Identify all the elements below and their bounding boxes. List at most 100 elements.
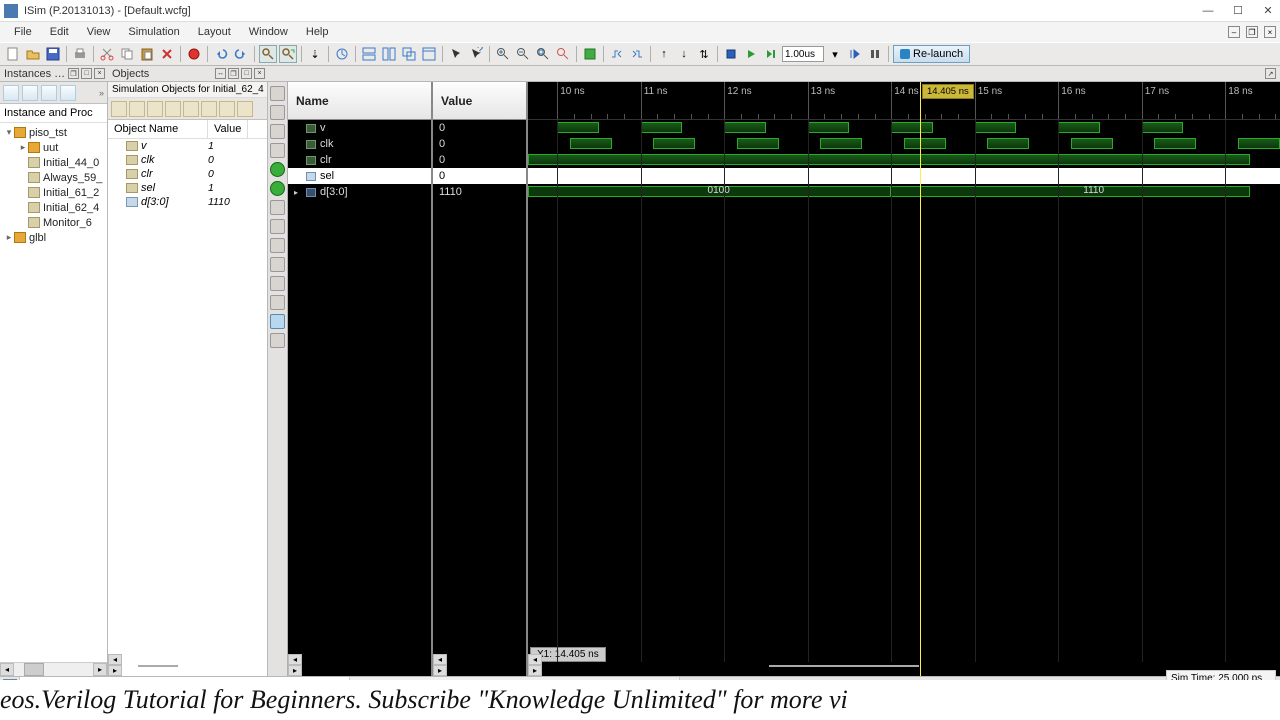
wave-signal-name[interactable]: clk	[288, 136, 431, 152]
goto-button[interactable]	[333, 45, 351, 63]
copy-button[interactable]	[118, 45, 136, 63]
wave-prev-icon[interactable]	[270, 200, 285, 215]
tree-node[interactable]: Initial_44_0	[0, 155, 107, 170]
objects-close-button[interactable]: ×	[254, 68, 265, 79]
wave-canvas[interactable]: 10 ns11 ns12 ns13 ns14 ns15 ns16 ns17 ns…	[528, 82, 1280, 676]
instances-tree[interactable]: ▾piso_tst▸uutInitial_44_0Always_59_Initi…	[0, 123, 107, 662]
menu-layout[interactable]: Layout	[190, 24, 239, 40]
redo-button[interactable]	[232, 45, 250, 63]
object-row[interactable]: sel1	[108, 181, 267, 195]
wave-search2-icon[interactable]	[270, 105, 285, 120]
tree-node[interactable]: Monitor_6	[0, 215, 107, 230]
wave-mode3-icon[interactable]	[270, 314, 285, 329]
wave-pin-button[interactable]: ↗	[1265, 68, 1276, 79]
zoom-out-button[interactable]	[514, 45, 532, 63]
wave-signal-value[interactable]: 0	[433, 120, 526, 136]
next-transition-button[interactable]	[628, 45, 646, 63]
wave-remove-icon[interactable]	[270, 181, 285, 196]
objects-tool-4[interactable]	[165, 101, 181, 117]
wave-signal-value[interactable]: 0	[433, 168, 526, 184]
window-button[interactable]	[420, 45, 438, 63]
objects-max-button[interactable]: □	[241, 68, 252, 79]
maximize-button[interactable]: ☐	[1230, 3, 1246, 19]
paste-button[interactable]	[138, 45, 156, 63]
object-row[interactable]: clr0	[108, 167, 267, 181]
object-row[interactable]: v1	[108, 139, 267, 153]
instances-float-button[interactable]: ❐	[68, 68, 79, 79]
print-button[interactable]	[71, 45, 89, 63]
wave-search-icon[interactable]	[270, 86, 285, 101]
wave-signal-value[interactable]: 0	[433, 136, 526, 152]
instances-tool-1[interactable]	[3, 85, 19, 101]
zoom-in-button[interactable]	[494, 45, 512, 63]
cursor-down-button[interactable]: ↓	[675, 45, 693, 63]
goto-time-button[interactable]	[581, 45, 599, 63]
run-time-input[interactable]	[782, 46, 824, 62]
instances-close-button[interactable]: ×	[94, 68, 105, 79]
delete-button[interactable]	[158, 45, 176, 63]
objects-arrows-button[interactable]: ↔	[215, 68, 226, 79]
wave-name-header[interactable]: Name	[288, 82, 431, 120]
tile-v-button[interactable]	[380, 45, 398, 63]
run-all-button[interactable]	[742, 45, 760, 63]
tree-node[interactable]: ▾piso_tst	[0, 125, 107, 140]
objects-tool-1[interactable]	[111, 101, 127, 117]
tree-node[interactable]: Initial_61_2	[0, 185, 107, 200]
relaunch-button[interactable]: Re-launch	[893, 45, 970, 63]
objects-hscroll[interactable]: ◂▸	[108, 654, 267, 676]
restart-button[interactable]	[722, 45, 740, 63]
prev-transition-button[interactable]	[608, 45, 626, 63]
menu-help[interactable]: Help	[298, 24, 337, 40]
wave-edit-icon[interactable]	[270, 124, 285, 139]
find-next-button[interactable]	[279, 45, 297, 63]
menu-simulation[interactable]: Simulation	[120, 24, 187, 40]
instances-more-button[interactable]: »	[99, 88, 104, 98]
objects-tool-3[interactable]	[147, 101, 163, 117]
undo-button[interactable]	[212, 45, 230, 63]
object-row[interactable]: clk0	[108, 153, 267, 167]
menu-edit[interactable]: Edit	[42, 24, 77, 40]
wave-signal-name[interactable]: sel	[288, 168, 431, 184]
menu-file[interactable]: File	[6, 24, 40, 40]
wave-signal-value[interactable]: 0	[433, 152, 526, 168]
wave-next-icon[interactable]	[270, 219, 285, 234]
wave-signal-value[interactable]: 1110	[433, 184, 526, 200]
tree-node[interactable]: ▸uut	[0, 140, 107, 155]
cascade-button[interactable]	[400, 45, 418, 63]
zoom-fit-button[interactable]	[534, 45, 552, 63]
cursor-up-button[interactable]: ↑	[655, 45, 673, 63]
pointer-button[interactable]	[447, 45, 465, 63]
menu-window[interactable]: Window	[241, 24, 296, 40]
close-button[interactable]: ✕	[1260, 3, 1276, 19]
objects-list[interactable]: v1clk0clr0sel1d[3:0]1110	[108, 139, 267, 654]
stop-button[interactable]	[185, 45, 203, 63]
wave-up-icon[interactable]	[270, 238, 285, 253]
collapse-button[interactable]: ⇣	[306, 45, 324, 63]
wave-signal-name[interactable]: clr	[288, 152, 431, 168]
doc-minimize-button[interactable]: –	[1228, 26, 1240, 38]
wave-names-hscroll[interactable]: ◂▸	[288, 654, 431, 676]
time-dropdown-button[interactable]: ▾	[826, 45, 844, 63]
save-button[interactable]	[44, 45, 62, 63]
wave-down-icon[interactable]	[270, 257, 285, 272]
minimize-button[interactable]: —	[1200, 3, 1216, 19]
cut-button[interactable]	[98, 45, 116, 63]
objects-tool-6[interactable]	[201, 101, 217, 117]
help-pointer-button[interactable]: ?	[467, 45, 485, 63]
wave-vals-hscroll[interactable]: ◂▸	[433, 654, 526, 676]
instances-tool-3[interactable]	[41, 85, 57, 101]
step-button[interactable]	[846, 45, 864, 63]
instances-tool-2[interactable]	[22, 85, 38, 101]
object-row[interactable]: d[3:0]1110	[108, 195, 267, 209]
tree-node[interactable]: ▸glbl	[0, 230, 107, 245]
find-button[interactable]	[259, 45, 277, 63]
zoom-cursor-button[interactable]	[554, 45, 572, 63]
instances-hscroll[interactable]: ◂▸	[0, 662, 107, 676]
time-ruler[interactable]: 10 ns11 ns12 ns13 ns14 ns15 ns16 ns17 ns…	[528, 82, 1280, 120]
objects-float-button[interactable]: ❐	[228, 68, 239, 79]
cursor-line[interactable]	[920, 82, 921, 676]
objects-tool-2[interactable]	[129, 101, 145, 117]
open-button[interactable]	[24, 45, 42, 63]
tree-node[interactable]: Initial_62_4	[0, 200, 107, 215]
wave-mode2-icon[interactable]	[270, 295, 285, 310]
